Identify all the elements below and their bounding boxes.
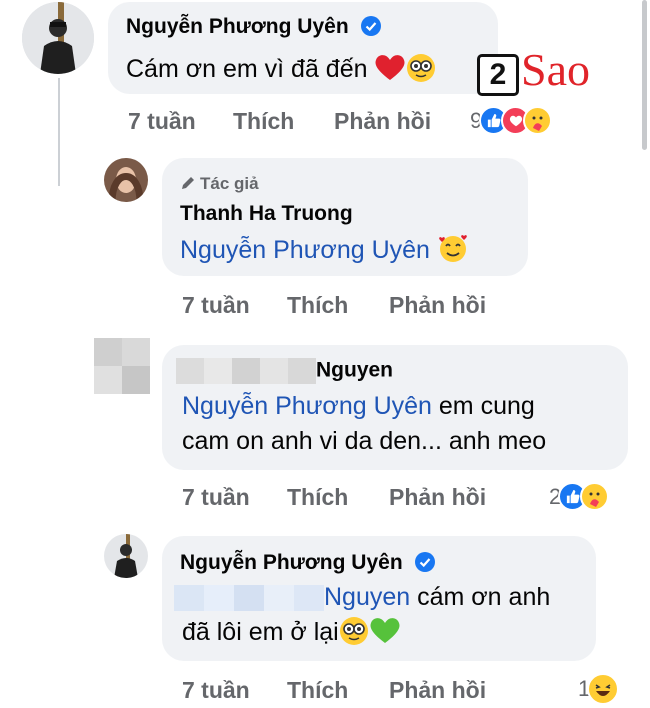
comment-text: Nguyễn Phương Uyên em cung cam on anh vi… — [182, 392, 547, 455]
comment-bubble: Nguyễn Phương Uyên Cám ơn em vì đã đến — [108, 2, 498, 94]
reply-link[interactable]: Phản hồi — [334, 108, 431, 135]
comment-bubble: Nguyễn Phương Uyên Nguyen cám ơn anh đã … — [162, 536, 596, 661]
smiling-face-with-hearts-icon — [439, 235, 467, 262]
comment-time[interactable]: 7 tuần — [128, 108, 196, 135]
author-badge: Tác giả — [180, 174, 259, 194]
reaction-summary[interactable]: 9 — [470, 106, 553, 135]
comment-time[interactable]: 7 tuần — [182, 677, 250, 704]
watermark-number: 2 — [477, 54, 519, 96]
care-reaction-icon — [523, 106, 553, 135]
blurred-mention — [174, 585, 204, 612]
watermark-text: Sao — [521, 44, 590, 95]
avatar-image — [22, 2, 94, 74]
pencil-icon — [182, 177, 194, 189]
comment-text: Nguyen cám ơn anh đã lôi em ở lại — [174, 580, 550, 650]
reply-link[interactable]: Phản hồi — [389, 484, 486, 511]
nerd-face-icon — [339, 617, 368, 645]
thread-line — [58, 78, 60, 186]
avatar-thanh-ha-truong[interactable] — [104, 158, 148, 202]
verified-badge-icon — [360, 16, 381, 36]
like-link[interactable]: Thích — [287, 484, 348, 511]
like-link[interactable]: Thích — [233, 108, 294, 135]
comment-text: Nguyễn Phương Uyên — [180, 232, 469, 268]
like-link[interactable]: Thích — [287, 292, 348, 319]
nerd-face-icon — [407, 54, 436, 82]
comment-author[interactable]: Nguyễn Phương Uyên — [126, 15, 381, 39]
reaction-summary[interactable]: 1 — [578, 673, 620, 705]
haha-reaction-icon — [587, 673, 620, 705]
scrollbar[interactable] — [642, 0, 647, 150]
avatar-image — [104, 534, 148, 578]
verified-badge-icon — [414, 552, 435, 572]
avatar-nguyen-phuong-uyen[interactable] — [22, 2, 94, 74]
comment-author[interactable]: Nguyen — [176, 358, 393, 384]
mention-link[interactable]: Nguyen — [324, 583, 410, 611]
comment-time[interactable]: 7 tuần — [182, 292, 250, 319]
mention-link[interactable]: Nguyễn Phương Uyên — [180, 236, 430, 264]
avatar-image — [104, 158, 148, 202]
care-reaction-icon — [580, 482, 610, 511]
blurred-name — [176, 358, 204, 384]
reply-link[interactable]: Phản hồi — [389, 677, 486, 704]
comment-text: Cám ơn em vì đã đến — [126, 52, 436, 87]
comment-time[interactable]: 7 tuần — [182, 484, 250, 511]
comment-bubble: Nguyen Nguyễn Phương Uyên em cung cam on… — [162, 345, 628, 470]
comment-bubble: Tác giả Thanh Ha Truong Nguyễn Phương Uy… — [162, 158, 528, 276]
like-link[interactable]: Thích — [287, 677, 348, 704]
pixelated-avatar-image — [94, 338, 150, 394]
comment-author[interactable]: Thanh Ha Truong — [180, 202, 353, 226]
watermark-2sao-logo: 2 Sao — [475, 40, 610, 100]
red-heart-icon — [375, 55, 405, 80]
reply-link[interactable]: Phản hồi — [389, 292, 486, 319]
green-heart-icon — [370, 618, 400, 643]
avatar-nguyen-phuong-uyen[interactable] — [104, 534, 148, 578]
reaction-summary[interactable]: 2 — [549, 482, 610, 511]
avatar-blurred[interactable] — [94, 338, 150, 394]
comment-author[interactable]: Nguyễn Phương Uyên — [180, 551, 435, 575]
mention-link[interactable]: Nguyễn Phương Uyên — [182, 392, 432, 420]
